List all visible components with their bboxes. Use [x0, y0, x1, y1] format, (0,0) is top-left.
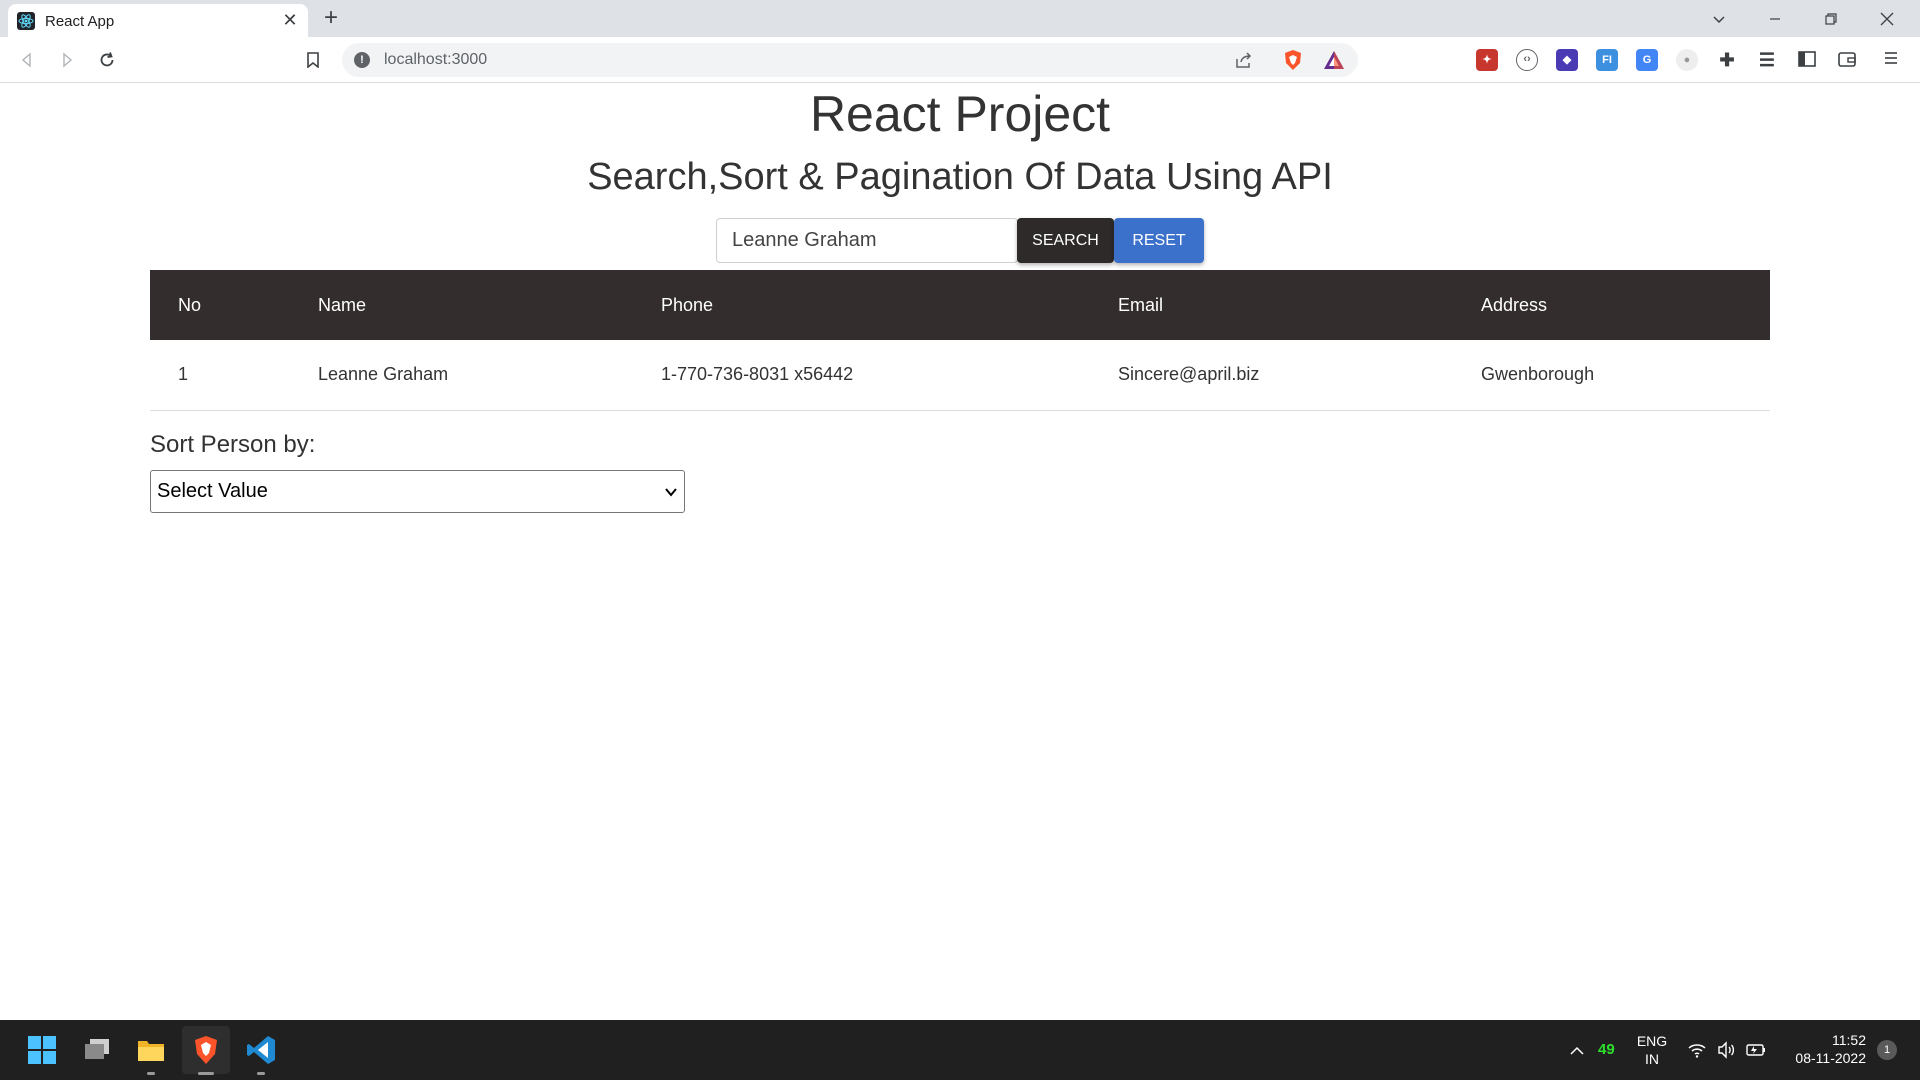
- bookmark-icon[interactable]: [300, 47, 326, 73]
- volume-icon[interactable]: [1716, 1040, 1736, 1060]
- site-info-icon[interactable]: !: [354, 52, 370, 68]
- browser-tab-react-app[interactable]: React App ✕: [8, 4, 308, 37]
- close-tab-icon[interactable]: ✕: [280, 10, 300, 30]
- tab-search-chevron-icon[interactable]: [1696, 0, 1742, 37]
- table-row: 1 Leanne Graham 1-770-736-8031 x56442 Si…: [150, 340, 1770, 411]
- browser-tab-strip: React App ✕ +: [0, 0, 1920, 37]
- brave-rewards-icon[interactable]: [1322, 49, 1346, 71]
- column-header-phone: Phone: [661, 294, 714, 315]
- share-icon[interactable]: [1234, 51, 1254, 69]
- cell-name: Leanne Graham: [290, 340, 633, 411]
- column-header-address: Address: [1481, 294, 1548, 315]
- google-translate-icon[interactable]: G: [1636, 49, 1658, 71]
- column-header-no: No: [178, 294, 202, 315]
- clock[interactable]: 11:52 08-11-2022: [1782, 1031, 1866, 1067]
- reset-button[interactable]: RESET: [1114, 218, 1204, 263]
- users-table: No Name Phone Email Address 1 Leanne Gra…: [150, 270, 1770, 411]
- page-subtitle: Search,Sort & Pagination Of Data Using A…: [587, 156, 1333, 198]
- vscode-icon[interactable]: [245, 1034, 277, 1066]
- extension-graduation-cap-icon[interactable]: ◆: [1556, 49, 1578, 71]
- task-view-icon[interactable]: [81, 1034, 113, 1066]
- forward-icon[interactable]: [54, 47, 80, 73]
- brave-active-indicator: [198, 1072, 214, 1075]
- table-header-row: No Name Phone Email Address: [150, 270, 1770, 340]
- brave-shields-icon[interactable]: [1282, 49, 1304, 71]
- address-url: localhost:3000: [384, 51, 488, 68]
- language-line1: ENG: [1636, 1033, 1668, 1049]
- minimize-window-icon[interactable]: [1752, 0, 1798, 37]
- clock-date: 08-11-2022: [1795, 1050, 1866, 1066]
- language-indicator[interactable]: ENG IN: [1630, 1032, 1674, 1068]
- notification-badge[interactable]: 1: [1877, 1040, 1897, 1060]
- wallet-icon[interactable]: [1836, 49, 1858, 71]
- windows-start-icon[interactable]: [26, 1034, 58, 1066]
- search-button[interactable]: SEARCH: [1017, 218, 1114, 263]
- page-title: React Project: [809, 86, 1111, 142]
- file-explorer-running-indicator: [147, 1072, 155, 1075]
- language-line2: IN: [1645, 1051, 1659, 1067]
- cell-address: Gwenborough: [1453, 340, 1770, 411]
- extension-grey-icon[interactable]: ●: [1676, 49, 1698, 71]
- extensions-puzzle-icon[interactable]: ✚: [1716, 49, 1738, 71]
- close-window-icon[interactable]: [1864, 0, 1910, 37]
- extension-fi-icon[interactable]: FI: [1596, 49, 1618, 71]
- cell-email: Sincere@april.biz: [1090, 340, 1453, 411]
- column-header-name: Name: [318, 294, 367, 315]
- cell-phone: 1-770-736-8031 x56442: [633, 340, 1090, 411]
- search-input[interactable]: [716, 218, 1018, 263]
- wifi-icon[interactable]: [1687, 1040, 1707, 1060]
- column-header-email: Email: [1118, 294, 1164, 315]
- sort-select-value: Select Value: [157, 480, 268, 502]
- back-icon[interactable]: [14, 47, 40, 73]
- show-hidden-icons-icon[interactable]: [1568, 1042, 1586, 1060]
- sidebar-toggle-icon[interactable]: [1796, 49, 1818, 71]
- new-tab-icon[interactable]: +: [318, 6, 344, 32]
- reload-icon[interactable]: [94, 47, 120, 73]
- clock-time: 11:52: [1832, 1032, 1866, 1048]
- tab-title: React App: [45, 13, 115, 30]
- browser-toolbar: ! localhost:3000 ✦ ‹› ◆ FI G ● ✚ ☰: [0, 37, 1920, 83]
- media-playlist-icon[interactable]: ☰: [1756, 49, 1778, 71]
- restore-window-icon[interactable]: [1808, 0, 1854, 37]
- browser-menu-icon[interactable]: [1880, 49, 1902, 71]
- tray-counter: 49: [1598, 1041, 1615, 1058]
- windows-taskbar: 49 ENG IN 11:52 08-11-2022 1: [0, 1020, 1920, 1080]
- vscode-running-indicator: [257, 1072, 265, 1075]
- brave-browser-icon[interactable]: [190, 1034, 222, 1066]
- sort-select[interactable]: Select Value: [150, 470, 685, 513]
- extension-red-icon[interactable]: ✦: [1476, 49, 1498, 71]
- battery-icon[interactable]: [1745, 1040, 1767, 1060]
- cell-no: 1: [150, 340, 290, 411]
- address-bar[interactable]: ! localhost:3000: [342, 43, 1358, 77]
- file-explorer-icon[interactable]: [135, 1034, 167, 1066]
- extension-code-icon[interactable]: ‹›: [1516, 49, 1538, 71]
- chevron-down-icon: [665, 488, 677, 497]
- sort-label: Sort Person by:: [150, 431, 316, 458]
- react-logo-icon: [17, 12, 35, 30]
